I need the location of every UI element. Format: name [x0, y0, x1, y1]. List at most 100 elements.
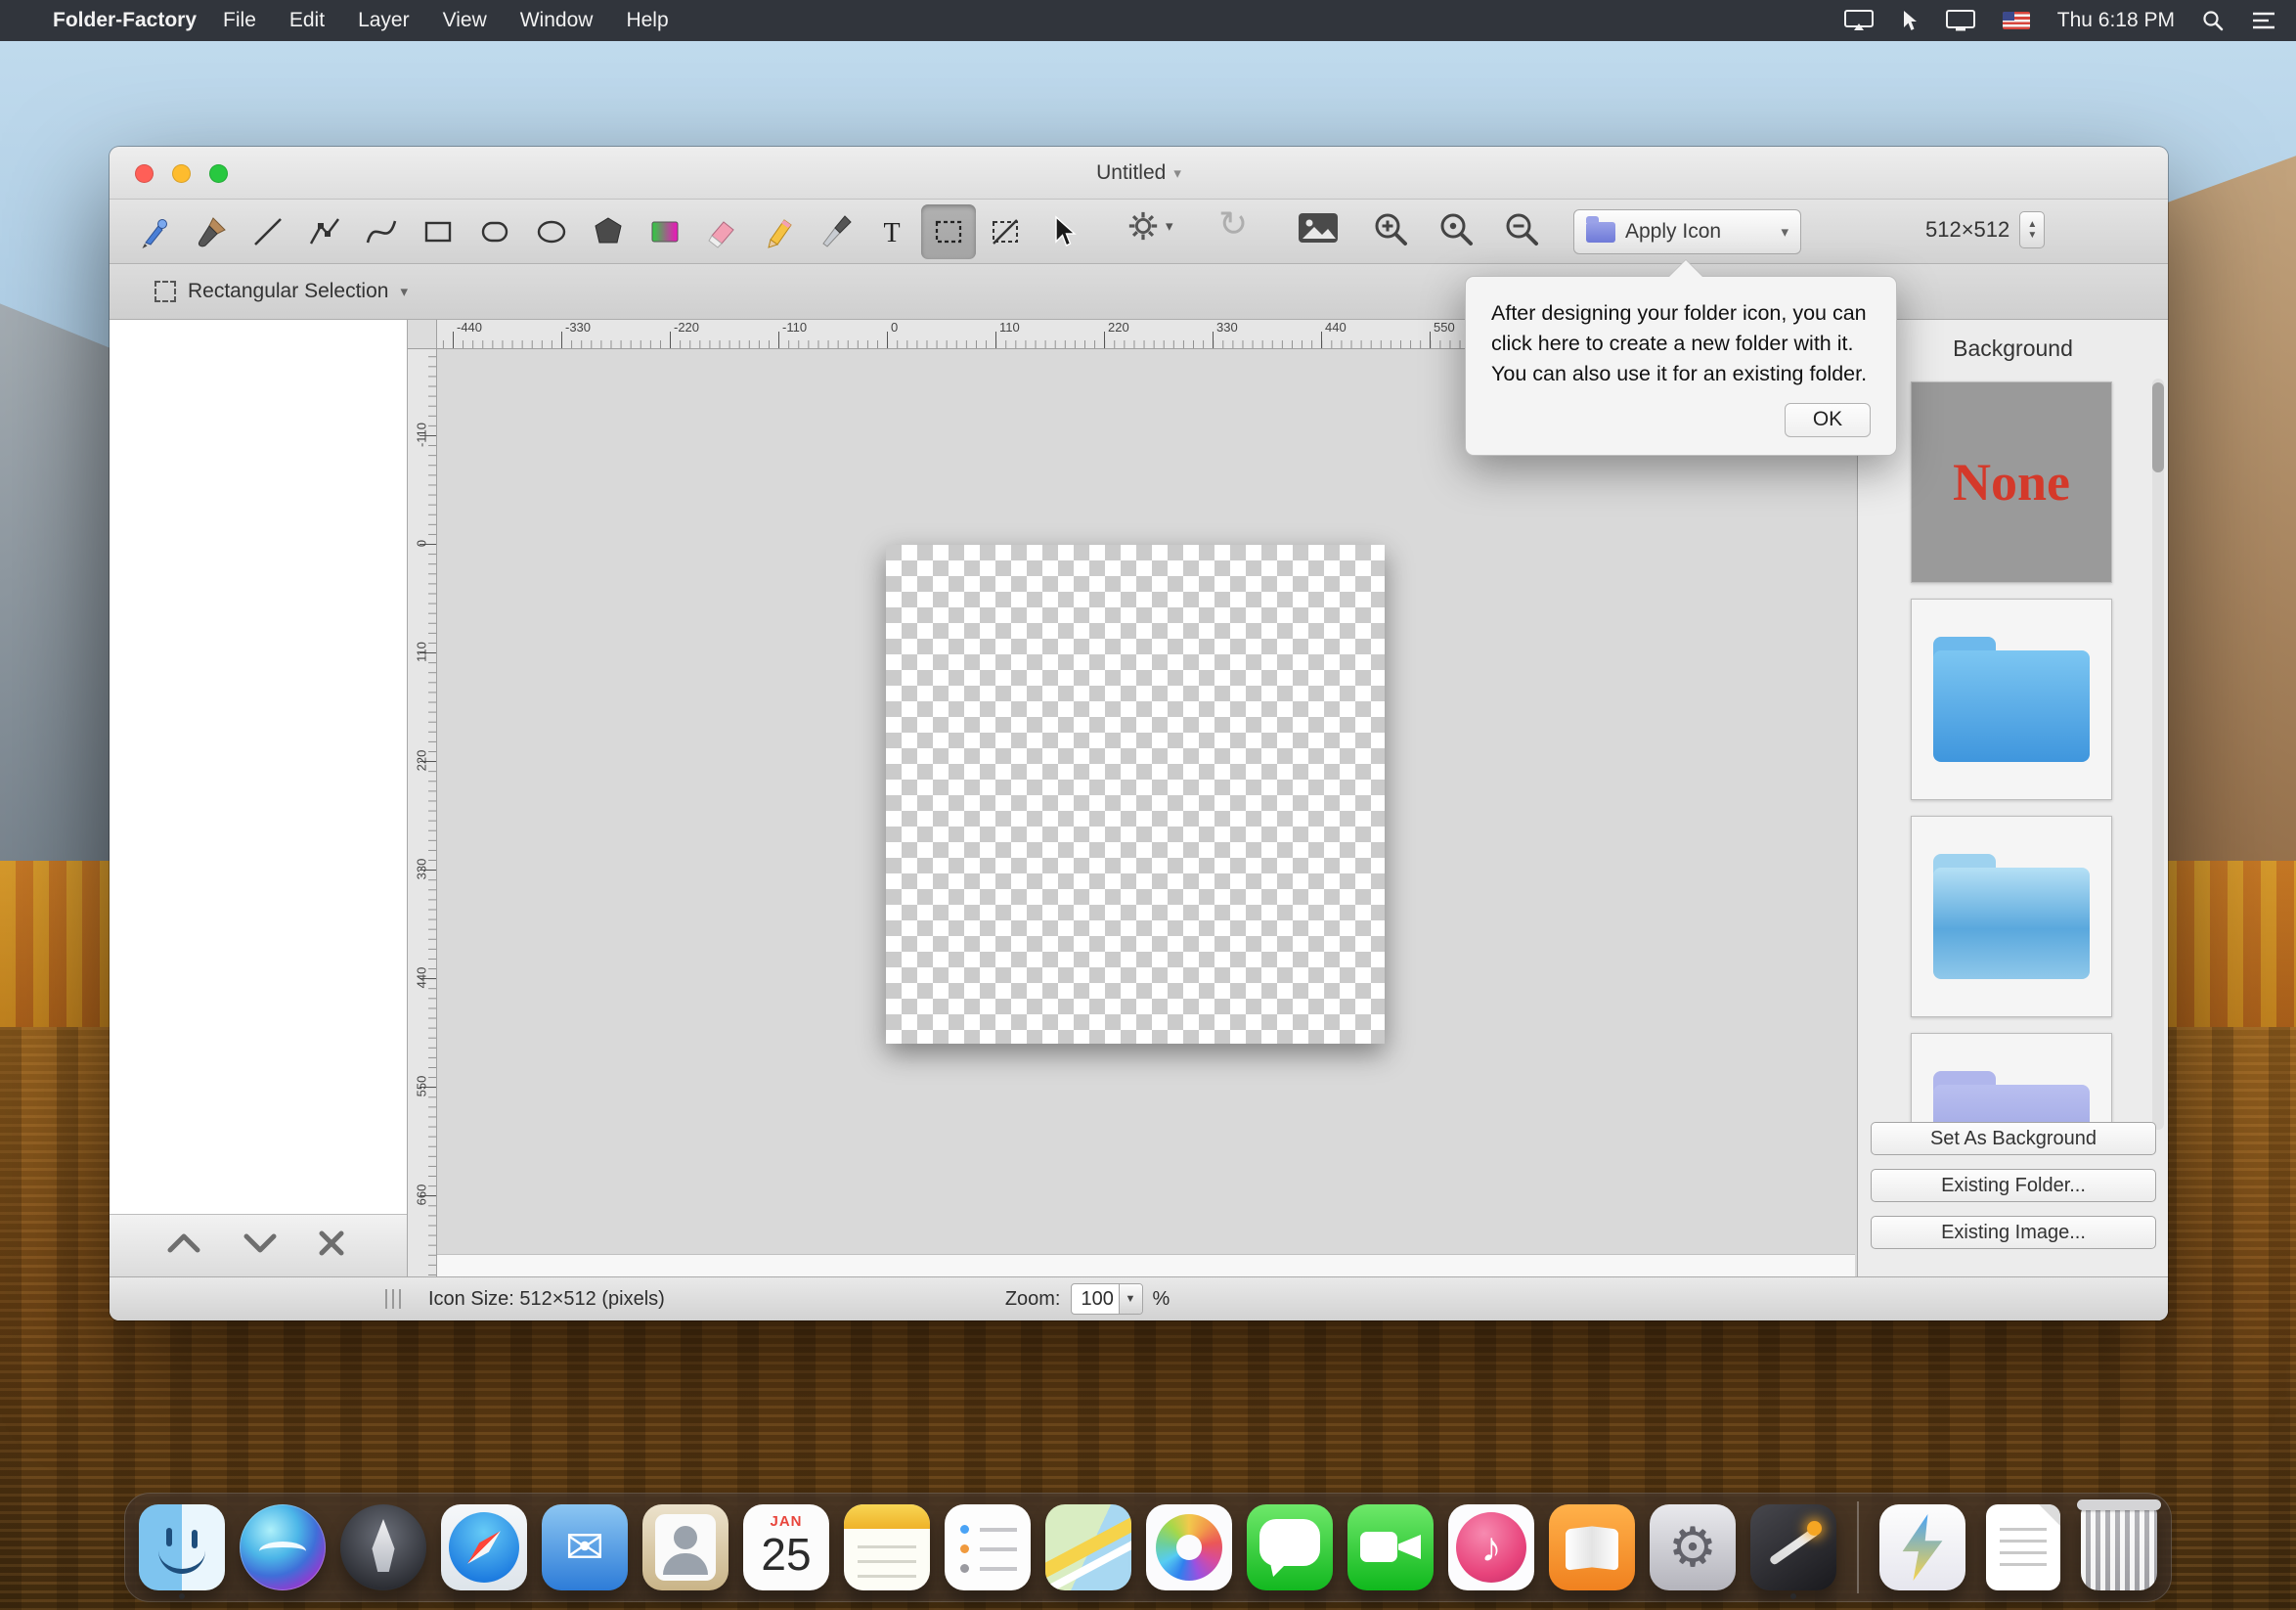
- chevron-down-icon: ▾: [1781, 223, 1788, 241]
- menu-file[interactable]: File: [206, 9, 273, 32]
- gear-icon: [1126, 209, 1160, 243]
- rotate-button[interactable]: ↻: [1218, 203, 1248, 245]
- eraser-tool[interactable]: [694, 204, 749, 259]
- knife-icon: [817, 214, 853, 249]
- image-icon: [1297, 209, 1340, 246]
- rectangular-selection-tool[interactable]: [921, 204, 976, 259]
- knife-tool[interactable]: [808, 204, 862, 259]
- dock-item-document[interactable]: [1980, 1504, 2066, 1590]
- dock-item-trash[interactable]: [2081, 1504, 2157, 1590]
- zoom-actual-size-button[interactable]: [1436, 209, 1476, 248]
- menu-layer[interactable]: Layer: [341, 9, 426, 32]
- layers-panel[interactable]: [110, 320, 408, 1276]
- zoom-out-button[interactable]: [1502, 209, 1541, 248]
- export-image-button[interactable]: [1297, 209, 1340, 246]
- background-item-photo-folder[interactable]: [1911, 816, 2112, 1017]
- dock-item-siri[interactable]: [240, 1504, 326, 1590]
- ok-button[interactable]: OK: [1785, 403, 1871, 437]
- dock-item-itunes[interactable]: [1448, 1504, 1534, 1590]
- eyedropper-tool[interactable]: [127, 204, 182, 259]
- polyline-tool[interactable]: [297, 204, 352, 259]
- line-tool[interactable]: [241, 204, 295, 259]
- dock-item-messages[interactable]: [1247, 1504, 1333, 1590]
- background-item-purple-folder[interactable]: [1911, 1033, 2112, 1130]
- dock-item-ibooks[interactable]: [1549, 1504, 1635, 1590]
- layer-up-button[interactable]: [164, 1230, 203, 1261]
- text-tool[interactable]: T: [864, 204, 919, 259]
- settings-dropdown[interactable]: ▾: [1126, 209, 1173, 243]
- stepper-arrows-icon[interactable]: ▲▼: [2019, 211, 2045, 248]
- dock-item-safari[interactable]: [441, 1504, 527, 1590]
- menu-help[interactable]: Help: [609, 9, 684, 32]
- remote-cursor-icon[interactable]: [1901, 10, 1919, 31]
- title-bar[interactable]: Untitled ▾: [110, 147, 2168, 200]
- display-icon[interactable]: [1946, 10, 1975, 31]
- existing-folder-button[interactable]: Existing Folder...: [1871, 1169, 2156, 1202]
- menu-bar-clock[interactable]: Thu 6:18 PM: [2057, 9, 2175, 32]
- gradient-tool[interactable]: [638, 204, 692, 259]
- ruler-corner: [408, 320, 437, 349]
- zoom-window-button[interactable]: [209, 164, 228, 183]
- selection-mode-label[interactable]: Rectangular Selection: [188, 280, 388, 303]
- background-list[interactable]: None: [1858, 379, 2168, 1130]
- dock-item-mail[interactable]: [542, 1504, 628, 1590]
- messages-icon: [1247, 1504, 1333, 1590]
- dock-item-reminders[interactable]: [945, 1504, 1031, 1590]
- apply-icon-dropdown[interactable]: Apply Icon ▾: [1573, 209, 1801, 254]
- dock-item-photos[interactable]: [1146, 1504, 1232, 1590]
- rounded-rectangle-tool[interactable]: [467, 204, 522, 259]
- panel-resize-grip[interactable]: [385, 1289, 405, 1309]
- dock-item-launchpad[interactable]: [340, 1504, 426, 1590]
- background-list-scrollbar[interactable]: [2152, 379, 2164, 1130]
- rectangle-tool[interactable]: [411, 204, 465, 259]
- ellipse-tool[interactable]: [524, 204, 579, 259]
- dock-item-finder[interactable]: [139, 1504, 225, 1590]
- close-button[interactable]: [135, 164, 154, 183]
- dock-item-calendar[interactable]: JAN25: [743, 1504, 829, 1590]
- zoom-in-button[interactable]: [1371, 209, 1410, 248]
- dock-item-lightning-app[interactable]: [1879, 1504, 1965, 1590]
- polygon-tool[interactable]: [581, 204, 636, 259]
- combobox-arrow-icon[interactable]: ▼: [1119, 1284, 1142, 1314]
- icon-artboard-transparent[interactable]: [886, 545, 1385, 1044]
- dock-item-contacts[interactable]: [642, 1504, 729, 1590]
- zoom-combobox[interactable]: 100 ▼: [1071, 1283, 1143, 1315]
- canvas-area[interactable]: [437, 349, 1855, 1254]
- window-title[interactable]: Untitled ▾: [1096, 161, 1181, 185]
- set-as-background-button[interactable]: Set As Background: [1871, 1122, 2156, 1155]
- dock-item-system-preferences[interactable]: [1650, 1504, 1736, 1590]
- move-cursor-tool[interactable]: [1035, 204, 1089, 259]
- rectangle-icon: [420, 214, 456, 249]
- layer-down-button[interactable]: [241, 1230, 280, 1261]
- menu-edit[interactable]: Edit: [273, 9, 341, 32]
- folder-icon: [1586, 222, 1615, 243]
- canvas-scroll-strip[interactable]: [437, 1254, 1855, 1276]
- scrollbar-thumb[interactable]: [2152, 382, 2164, 472]
- app-menu-title[interactable]: Folder-Factory: [53, 9, 206, 32]
- zoom-out-icon: [1502, 209, 1541, 248]
- dock-item-notes[interactable]: [844, 1504, 930, 1590]
- dock-item-facetime[interactable]: [1347, 1504, 1434, 1590]
- background-item-blue-folder[interactable]: [1911, 599, 2112, 800]
- existing-image-button[interactable]: Existing Image...: [1871, 1216, 2156, 1249]
- notification-center-icon[interactable]: [2251, 11, 2276, 30]
- apply-icon-label: Apply Icon: [1625, 220, 1721, 244]
- input-source-flag-icon[interactable]: [2003, 12, 2030, 29]
- spotlight-search-icon[interactable]: [2202, 10, 2224, 31]
- airplay-display-icon[interactable]: [1844, 10, 1874, 31]
- reminders-icon: [945, 1504, 1031, 1590]
- menu-view[interactable]: View: [426, 9, 504, 32]
- background-item-none[interactable]: None: [1911, 381, 2112, 583]
- brush-tool[interactable]: [184, 204, 239, 259]
- dock: JAN25: [124, 1493, 2172, 1602]
- menu-window[interactable]: Window: [504, 9, 610, 32]
- dock-item-maps[interactable]: [1045, 1504, 1131, 1590]
- cursor-icon: [1044, 214, 1080, 249]
- icon-size-stepper[interactable]: 512×512 ▲▼: [1925, 211, 2045, 248]
- minimize-button[interactable]: [172, 164, 191, 183]
- freeform-selection-tool[interactable]: [978, 204, 1033, 259]
- layer-delete-button[interactable]: [317, 1229, 346, 1263]
- dock-item-folder-factory[interactable]: [1750, 1504, 1836, 1590]
- curve-tool[interactable]: [354, 204, 409, 259]
- pencil-tool[interactable]: [751, 204, 806, 259]
